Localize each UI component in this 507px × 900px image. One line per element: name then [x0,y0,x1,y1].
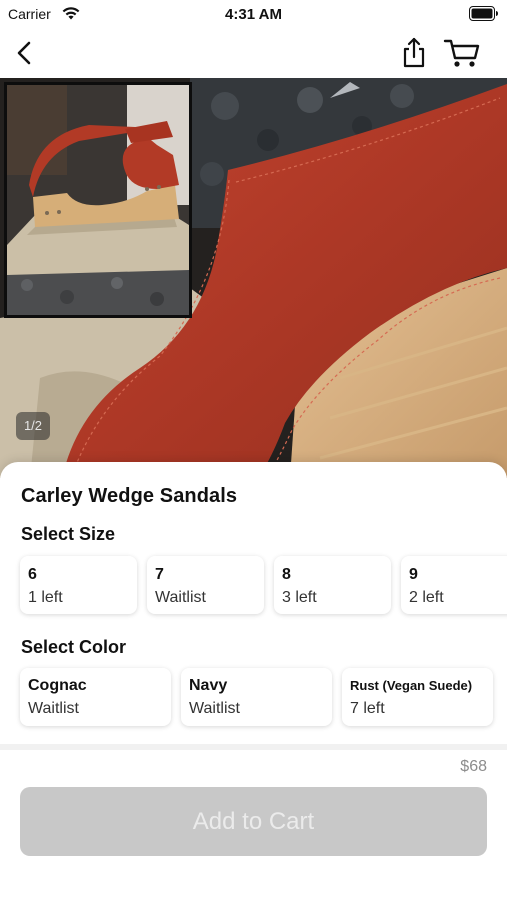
size-option-6[interactable]: 6 1 left [20,556,137,614]
color-option-rust[interactable]: Rust (Vegan Suede) 7 left [342,668,493,726]
status-bar: Carrier 4:31 AM [0,0,507,30]
color-option-cognac[interactable]: Cognac Waitlist [20,668,171,726]
size-value: 7 [155,566,164,583]
size-option-9[interactable]: 9 2 left [401,556,507,614]
color-option-navy[interactable]: Navy Waitlist [181,668,332,726]
add-to-cart-button[interactable]: Add to Cart [20,787,487,856]
size-option-7[interactable]: 7 Waitlist [147,556,264,614]
size-value: 8 [282,566,291,583]
product-price: $68 [460,758,487,775]
nav-bar [0,30,507,78]
divider [0,744,507,750]
clock: 4:31 AM [225,6,282,23]
thumbnail-photo [7,85,189,315]
select-color-label: Select Color [21,637,127,657]
thumbnail-image[interactable] [4,82,192,318]
page-indicator: 1/2 [16,412,50,440]
color-availability: Waitlist [28,700,79,717]
size-value: 9 [409,566,418,583]
size-availability: 3 left [282,589,317,606]
color-availability: 7 left [350,700,385,717]
product-title: Carley Wedge Sandals [21,485,238,507]
color-name: Rust (Vegan Suede) [350,678,473,693]
color-options: Cognac Waitlist Navy Waitlist Rust (Vega… [20,668,493,726]
size-options: 6 1 left 7 Waitlist 8 3 left 9 2 left [20,556,507,614]
size-option-8[interactable]: 8 3 left [274,556,391,614]
product-image-gallery[interactable]: 1/2 [0,78,507,478]
color-name: Cognac [28,677,87,694]
size-value: 6 [28,566,37,583]
size-availability: Waitlist [155,589,206,606]
back-chevron-icon[interactable] [10,38,40,68]
size-availability: 1 left [28,589,63,606]
cart-icon[interactable] [443,36,481,70]
product-details-sheet: Carley Wedge Sandals Select Size 6 1 lef… [0,462,507,900]
color-availability: Waitlist [189,700,240,717]
select-size-label: Select Size [21,524,116,544]
share-icon[interactable] [398,36,430,70]
size-availability: 2 left [409,589,444,606]
color-name: Navy [189,677,228,694]
battery-icon [469,6,498,21]
